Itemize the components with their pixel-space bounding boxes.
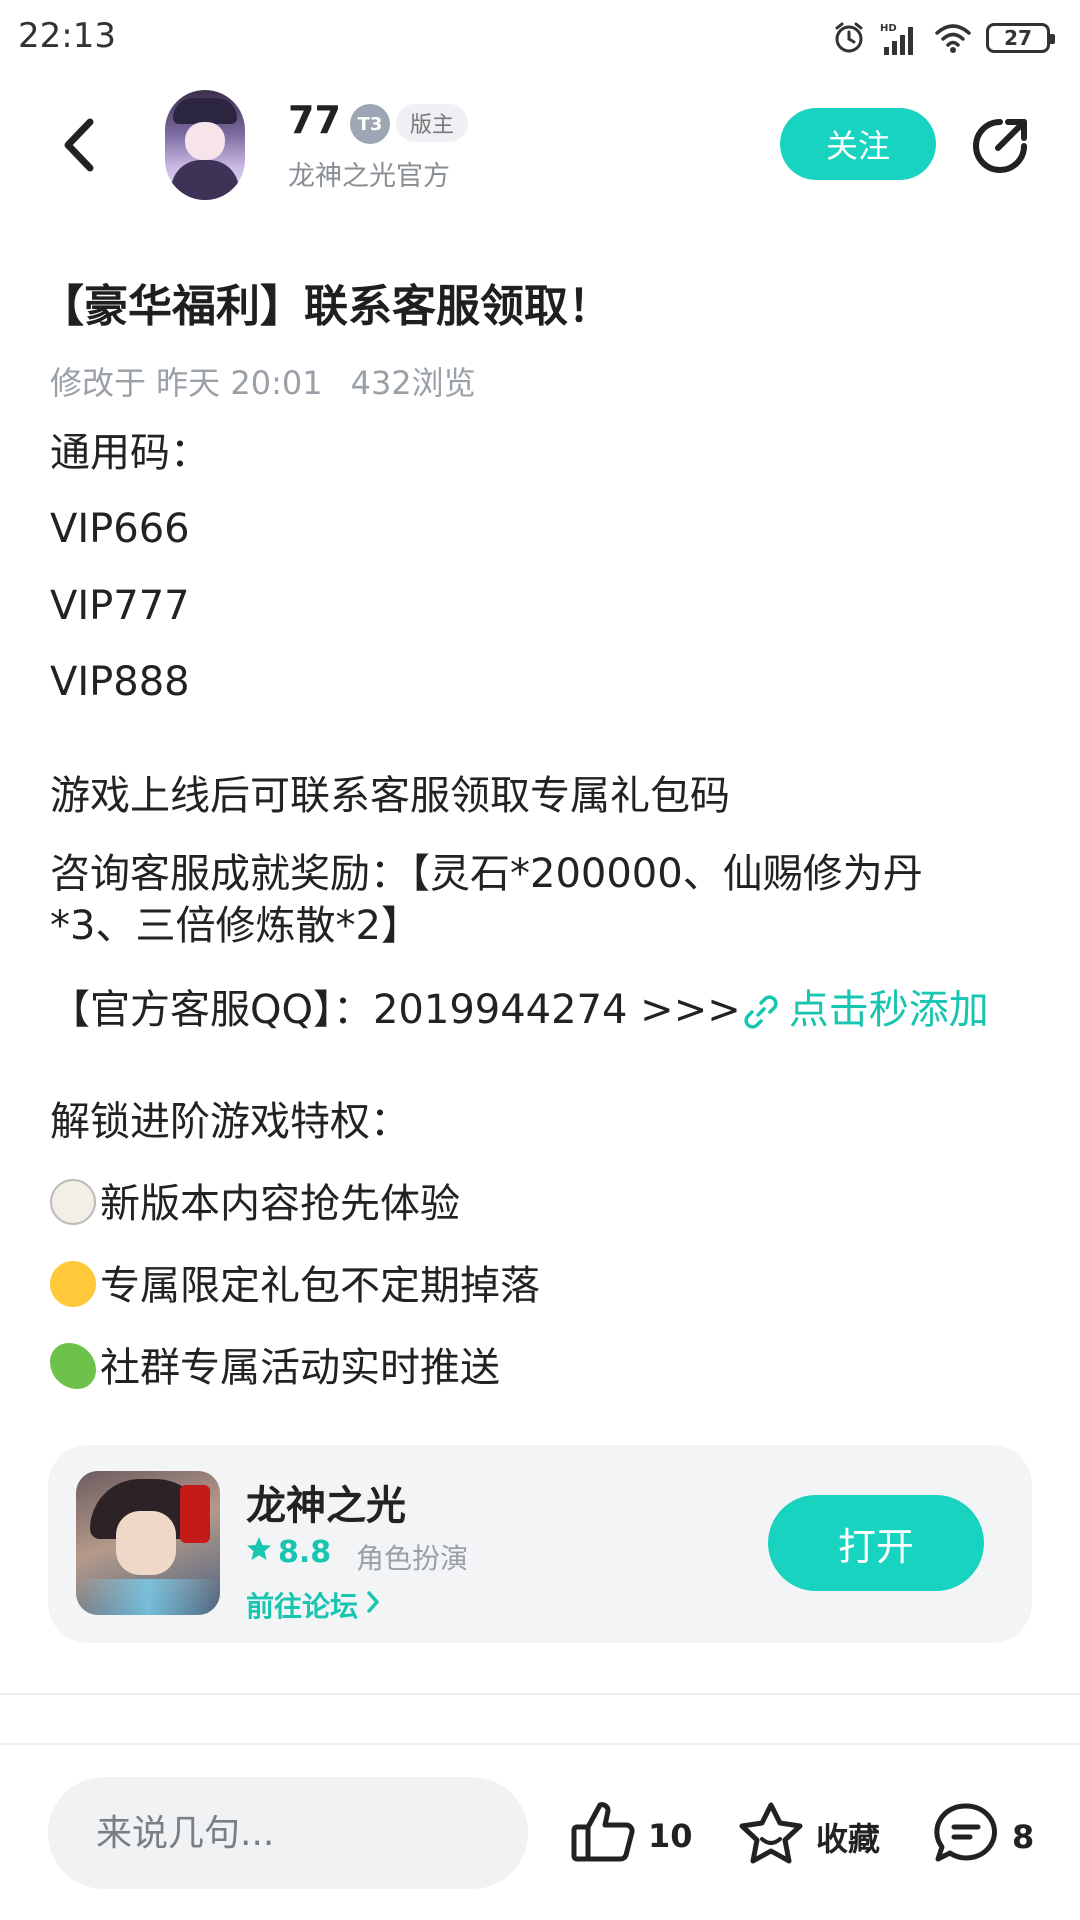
- post-title: 【豪华福利】联系客服领取！: [40, 281, 612, 332]
- comment-bubble-icon: [932, 1801, 1000, 1873]
- forum-link-label: 前往论坛: [246, 1590, 359, 1623]
- forum-link[interactable]: 前往论坛: [246, 1585, 382, 1625]
- post-meta: 修改于 昨天 20:01 432浏览: [50, 358, 476, 404]
- divider: [0, 1693, 1080, 1695]
- add-qq-link-label: 点击秒添加: [788, 987, 989, 1033]
- star-icon: [246, 1535, 272, 1570]
- favorite-button[interactable]: 收藏: [738, 1801, 880, 1873]
- share-icon[interactable]: [968, 114, 1032, 178]
- status-time: 22:13: [18, 16, 116, 56]
- comment-input[interactable]: [48, 1777, 528, 1889]
- perk-text: 专属限定礼包不定期掉落: [100, 1263, 540, 1309]
- star-outline-icon: [738, 1801, 804, 1873]
- like-button[interactable]: 10: [570, 1801, 693, 1871]
- rating-value: 8.8: [278, 1535, 332, 1570]
- codes-label: 通用码：: [50, 430, 210, 476]
- game-genre: 角色扮演: [356, 1542, 469, 1575]
- hd-signal-icon: HD: [880, 21, 920, 55]
- open-game-button[interactable]: 打开: [768, 1495, 984, 1591]
- perk-text: 社群专属活动实时推送: [100, 1345, 500, 1391]
- view-count: 432浏览: [350, 364, 476, 402]
- user-subtitle: 龙神之光官方: [288, 161, 450, 192]
- game-name[interactable]: 龙神之光: [246, 1473, 406, 1531]
- reward-text-line2: *3、三倍修炼散*2】: [50, 903, 421, 949]
- contact-text: 游戏上线后可联系客服领取专属礼包码: [50, 773, 730, 819]
- bottom-action-bar: 10 收藏 8: [0, 1745, 1080, 1920]
- avatar[interactable]: [165, 90, 245, 200]
- moderator-badge: 版主: [396, 104, 469, 142]
- perk-line: 新版本内容抢先体验: [50, 1178, 460, 1230]
- reward-text-line1: 咨询客服成就奖励：【灵石*200000、仙赐修为丹: [50, 851, 923, 897]
- alarm-icon: [832, 21, 866, 55]
- perk-text: 新版本内容抢先体验: [100, 1181, 460, 1227]
- game-icon[interactable]: [76, 1471, 220, 1615]
- thumbs-up-icon: [570, 1801, 636, 1871]
- code-line: VIP666: [50, 506, 190, 552]
- perk-line: 专属限定礼包不定期掉落: [50, 1260, 540, 1312]
- comment-button[interactable]: 8: [932, 1801, 1034, 1873]
- game-card[interactable]: 龙神之光 8.8 角色扮演 前往论坛 打开: [48, 1445, 1032, 1643]
- user-name[interactable]: 77: [288, 98, 341, 142]
- back-arrow-icon[interactable]: [50, 112, 110, 178]
- status-bar: 22:13 HD 27: [0, 0, 1080, 80]
- battery-icon: 27: [986, 23, 1055, 53]
- like-count: 10: [648, 1817, 693, 1855]
- level-badge: T3: [350, 104, 390, 144]
- cat-emoji-icon: [50, 1179, 96, 1225]
- post-header: 77 T3 版主 龙神之光官方 关注: [0, 80, 1080, 210]
- game-rating: 8.8: [246, 1535, 331, 1570]
- modified-time: 修改于 昨天 20:01: [50, 364, 323, 402]
- qq-text: 【官方客服QQ】：2019944274 >>>: [50, 987, 741, 1033]
- cabbage-emoji-icon: [50, 1343, 96, 1389]
- add-qq-link[interactable]: 点击秒添加: [741, 984, 989, 1036]
- wifi-icon: [934, 22, 972, 54]
- qq-line: 【官方客服QQ】：2019944274 >>> 点击秒添加: [50, 984, 989, 1036]
- chevron-right-icon: [364, 1589, 382, 1622]
- favorite-label: 收藏: [816, 1820, 881, 1858]
- status-icons: HD 27: [832, 16, 1055, 60]
- follow-button[interactable]: 关注: [780, 108, 936, 180]
- smile-emoji-icon: [50, 1261, 96, 1307]
- unlock-label: 解锁进阶游戏特权：: [50, 1099, 410, 1145]
- link-icon: [741, 984, 781, 1036]
- code-line: VIP888: [50, 659, 190, 705]
- post-detail-page: 22:13 HD 27 77 T3 版主 龙神之光官方 关注 【豪华福利】联系客…: [0, 0, 1080, 1920]
- code-line: VIP777: [50, 583, 190, 629]
- perk-line: 社群专属活动实时推送: [50, 1342, 500, 1394]
- comment-count: 8: [1012, 1818, 1035, 1856]
- svg-text:HD: HD: [880, 23, 897, 34]
